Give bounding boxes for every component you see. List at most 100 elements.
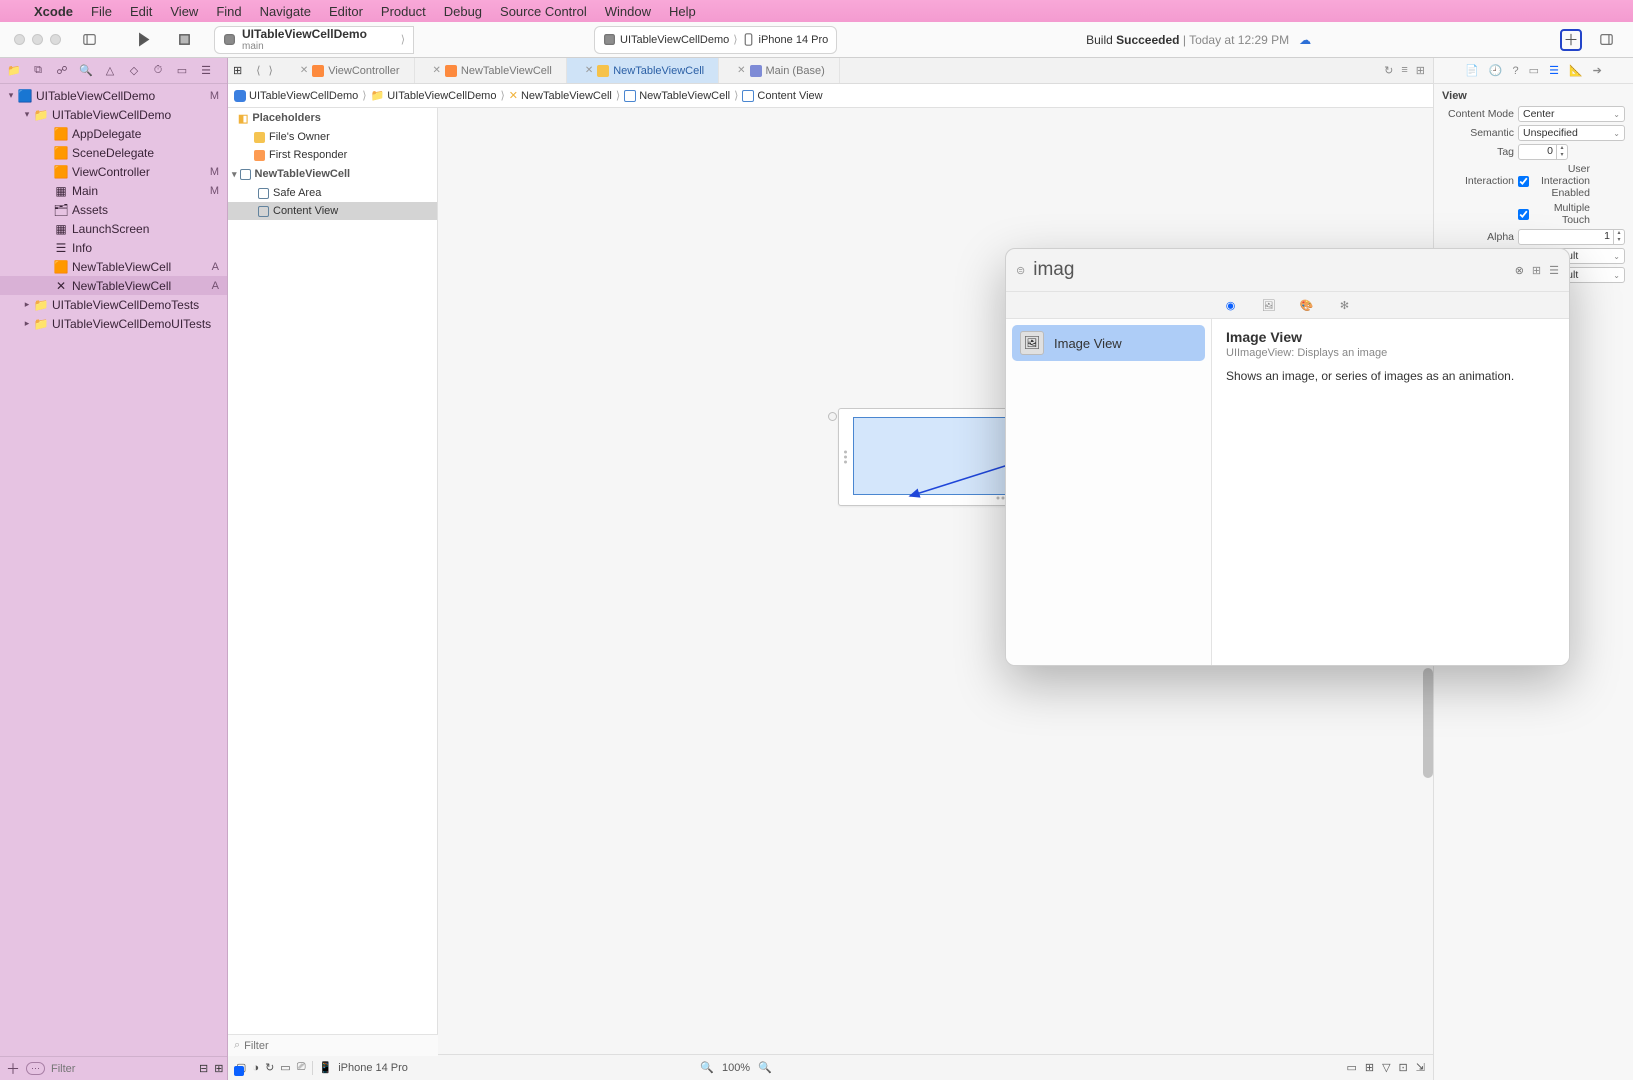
project-navigator-icon[interactable]: 📁 (6, 63, 22, 79)
menu-help[interactable]: Help (669, 4, 696, 19)
close-tab-icon[interactable]: ✕ (737, 65, 745, 76)
close-icon[interactable] (14, 34, 25, 45)
run-button[interactable] (128, 28, 159, 51)
help-inspector-icon[interactable]: ? (1513, 65, 1519, 77)
zoom-value[interactable]: 100% (722, 1062, 750, 1074)
color-category-icon[interactable]: 🎨 (1299, 297, 1315, 313)
nav-row-2[interactable]: 🟧AppDelegate (0, 124, 227, 143)
outline-files-owner[interactable]: File's Owner (228, 128, 437, 146)
menu-view[interactable]: View (170, 4, 198, 19)
zoom-in-button[interactable]: 🔍 (758, 1061, 772, 1074)
vary-traits-button[interactable]: ⎚ (297, 1061, 306, 1074)
library-scope-icon[interactable]: ⊜ (1016, 264, 1025, 277)
menu-editor[interactable]: Editor (329, 4, 363, 19)
project-tree[interactable]: ▾🟦UITableViewCellDemoM▾📁UITableViewCellD… (0, 84, 227, 1056)
nav-row-11[interactable]: ▸📁UITableViewCellDemoTests (0, 295, 227, 314)
minimize-icon[interactable] (32, 34, 43, 45)
outline-filter-input[interactable] (244, 1040, 432, 1052)
nav-row-3[interactable]: 🟧SceneDelegate (0, 143, 227, 162)
grid-view-icon[interactable]: ⊞ (1532, 264, 1541, 277)
accessibility-button[interactable]: ▭ (280, 1061, 290, 1074)
adjust-editor-icon[interactable]: ≡ (1401, 64, 1407, 77)
nav-row-9[interactable]: 🟧NewTableViewCellA (0, 257, 227, 276)
nav-row-10[interactable]: ✕NewTableViewCellA (0, 276, 227, 295)
uie-checkbox[interactable]: User Interaction Enabled (1518, 163, 1590, 199)
menu-find[interactable]: Find (216, 4, 241, 19)
nav-row-5[interactable]: ▦MainM (0, 181, 227, 200)
attributes-inspector-icon[interactable]: ☰ (1549, 64, 1559, 77)
editor-tab-3[interactable]: ✕Main (Base) (719, 58, 840, 83)
library-button[interactable]: ＋ (1560, 29, 1582, 51)
toggle-navigator-button[interactable] (75, 29, 104, 50)
menu-edit[interactable]: Edit (130, 4, 152, 19)
media-category-icon[interactable]: 🖼 (1261, 297, 1277, 313)
nav-row-12[interactable]: ▸📁UITableViewCellDemoUITests (0, 314, 227, 333)
outline-content-view[interactable]: Content View (228, 202, 437, 220)
source-control-navigator-icon[interactable]: ⧉ (30, 63, 46, 79)
menu-debug[interactable]: Debug (444, 4, 482, 19)
menu-window[interactable]: Window (605, 4, 651, 19)
menu-product[interactable]: Product (381, 4, 426, 19)
nav-row-6[interactable]: 🗂Assets (0, 200, 227, 219)
tag-stepper[interactable]: 0▴▾ (1518, 144, 1568, 160)
pin-button[interactable]: ⊞ (1365, 1061, 1374, 1074)
document-outline[interactable]: ◧Placeholders File's Owner First Respond… (228, 108, 438, 1054)
alpha-stepper[interactable]: 1▴▾ (1518, 229, 1625, 245)
close-tab-icon[interactable]: ✕ (433, 65, 441, 76)
resolve-button[interactable]: ▽ (1382, 1061, 1390, 1074)
menu-navigate[interactable]: Navigate (260, 4, 311, 19)
clear-search-icon[interactable]: ⊗ (1515, 264, 1524, 277)
recent-filter-icon[interactable]: ⊟ (199, 1062, 208, 1075)
menu-app[interactable]: Xcode (34, 4, 73, 19)
jump-bar[interactable]: UITableViewCellDemo⟩ 📁UITableViewCellDem… (228, 84, 1433, 108)
debug-navigator-icon[interactable]: ⏱ (150, 63, 166, 79)
scheme-selector[interactable]: UITableViewCellDemo main ⟩ (214, 26, 414, 54)
nav-back-button[interactable]: ⟨ (253, 64, 263, 77)
snippets-category-icon[interactable]: ✻ (1337, 297, 1353, 313)
scm-filter-icon[interactable]: ⊞ (214, 1062, 223, 1075)
minimap-toggle-icon[interactable] (234, 1066, 244, 1076)
objects-category-icon[interactable]: ◉ (1223, 297, 1239, 313)
device-phone-icon[interactable]: 📱 (319, 1061, 333, 1074)
find-navigator-icon[interactable]: 🔍 (78, 63, 94, 79)
toggle-inspector-button[interactable] (1592, 29, 1621, 50)
editor-tab-1[interactable]: ✕NewTableViewCell (415, 58, 567, 83)
canvas-scrollbar[interactable] (1423, 668, 1433, 778)
appearance-button[interactable]: ◑ (252, 1062, 259, 1074)
history-inspector-icon[interactable]: 🕘 (1489, 64, 1503, 77)
related-items-icon[interactable]: ⊞ (228, 64, 247, 77)
stop-button[interactable] (169, 28, 200, 51)
zoom-out-button[interactable]: 🔍 (700, 1061, 714, 1074)
test-navigator-icon[interactable]: ◇ (126, 63, 142, 79)
connections-inspector-icon[interactable]: ➔ (1593, 64, 1602, 77)
nav-row-1[interactable]: ▾📁UITableViewCellDemo (0, 105, 227, 124)
breakpoint-navigator-icon[interactable]: ▭ (174, 63, 190, 79)
menu-file[interactable]: File (91, 4, 112, 19)
nav-row-8[interactable]: ☰Info (0, 238, 227, 257)
identity-inspector-icon[interactable]: ▭ (1529, 64, 1539, 77)
semantic-select[interactable]: Unspecified⌄ (1518, 125, 1625, 141)
issue-navigator-icon[interactable]: △ (102, 63, 118, 79)
align-button[interactable]: ▭ (1346, 1061, 1356, 1074)
list-view-icon[interactable]: ☰ (1549, 264, 1559, 277)
refresh-canvas-icon[interactable]: ↻ (1384, 64, 1393, 77)
file-inspector-icon[interactable]: 📄 (1465, 64, 1479, 77)
content-mode-select[interactable]: Center⌄ (1518, 106, 1625, 122)
nav-row-4[interactable]: 🟧ViewControllerM (0, 162, 227, 181)
close-tab-icon[interactable]: ✕ (585, 65, 593, 76)
library-item-image-view[interactable]: 🖼 Image View (1012, 325, 1205, 361)
orientation-button[interactable]: ↻ (265, 1061, 274, 1074)
add-editor-icon[interactable]: ⊞ (1416, 64, 1425, 77)
nav-row-7[interactable]: ▦LaunchScreen (0, 219, 227, 238)
nav-row-0[interactable]: ▾🟦UITableViewCellDemoM (0, 86, 227, 105)
close-tab-icon[interactable]: ✕ (300, 65, 308, 76)
stack-button[interactable]: ⇲ (1416, 1061, 1425, 1074)
filter-scope-icon[interactable]: ⋯ (26, 1062, 45, 1075)
zoom-icon[interactable] (50, 34, 61, 45)
library-search-input[interactable] (1033, 259, 1506, 281)
navigator-filter-input[interactable] (51, 1063, 193, 1075)
add-file-button[interactable]: ＋ (6, 1059, 20, 1079)
nav-forward-button[interactable]: ⟩ (266, 64, 276, 77)
menu-source-control[interactable]: Source Control (500, 4, 587, 19)
symbol-navigator-icon[interactable]: ☍ (54, 63, 70, 79)
